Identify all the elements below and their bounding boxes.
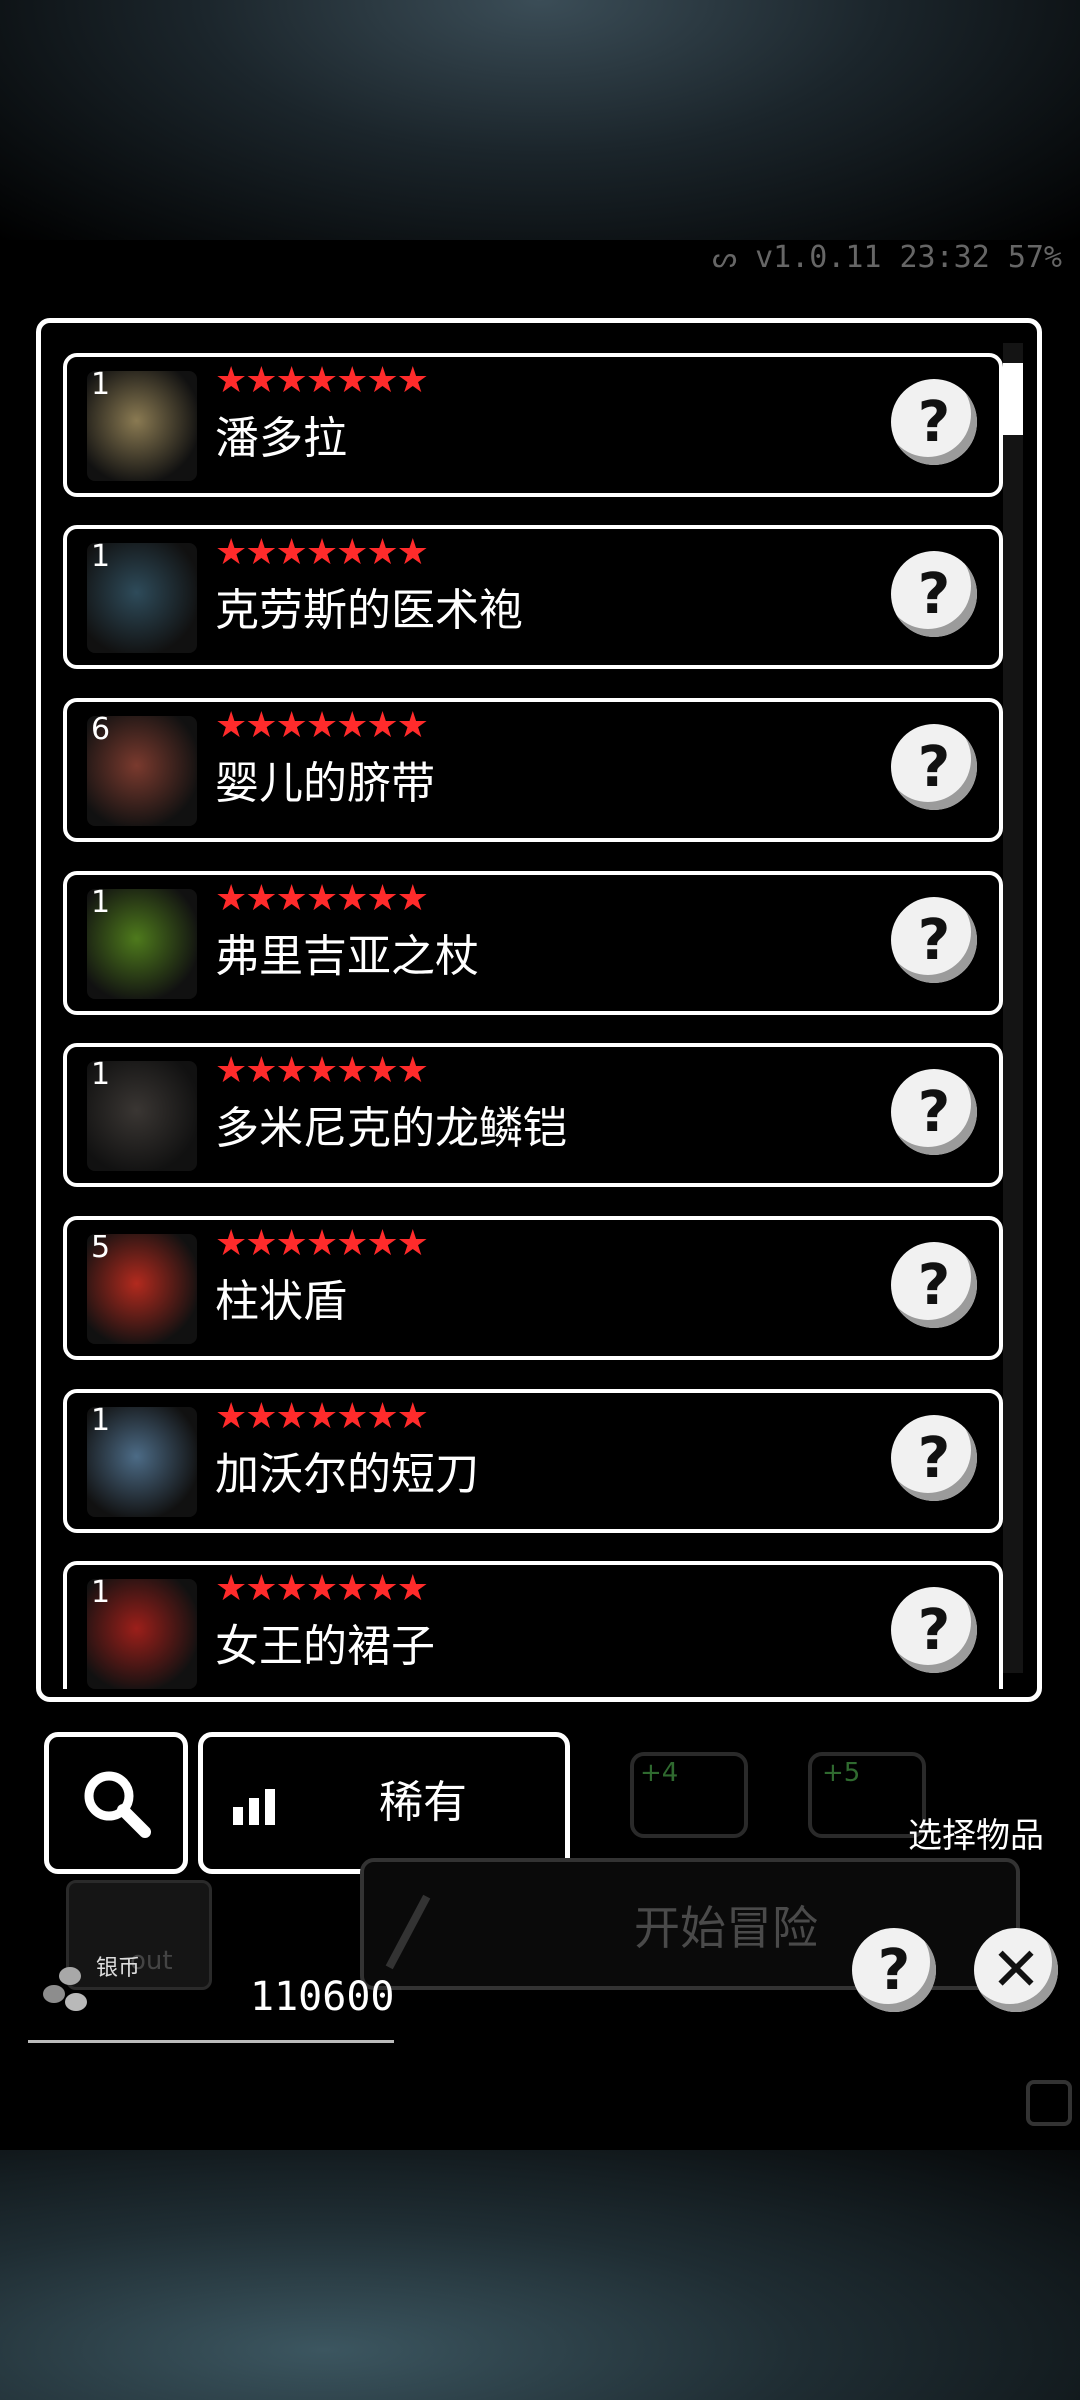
currency-label: 银币 <box>96 1956 141 1981</box>
sword-icon <box>385 1894 431 1970</box>
item-row[interactable]: 5 ★★★★★★★ 柱状盾? <box>63 1216 1003 1360</box>
background-bottom-decoration <box>0 2150 1080 2400</box>
item-rarity-stars: ★★★★★★★ <box>215 1050 429 1091</box>
bonus-label: +4 <box>640 1758 679 1788</box>
item-quantity: 1 <box>91 1057 111 1092</box>
item-quantity: 1 <box>91 1575 111 1610</box>
item-row[interactable]: 1 ★★★★★★★ 潘多拉? <box>63 353 1003 497</box>
item-rarity-stars: ★★★★★★★ <box>215 1568 429 1609</box>
item-name: 女王的裙子 <box>215 1621 435 1672</box>
item-rarity-stars: ★★★★★★★ <box>215 878 429 919</box>
search-icon <box>84 1771 151 1838</box>
logo-icon: ᔕ <box>712 241 738 274</box>
help-icon: ? <box>917 734 951 800</box>
time-label: 23:32 <box>899 240 990 275</box>
item-quantity: 1 <box>91 1403 111 1438</box>
item-quantity: 5 <box>91 1230 111 1265</box>
item-name: 弗里吉亚之杖 <box>215 931 479 982</box>
item-quantity: 1 <box>91 539 111 574</box>
close-icon: ✕ <box>990 1935 1042 2005</box>
battery-label: 57% <box>1007 240 1062 275</box>
help-icon: ? <box>917 561 951 627</box>
status-bar: ᔕ v1.0.11 23:32 57% <box>712 236 1062 280</box>
item-quantity: 6 <box>91 712 111 747</box>
item-help-button[interactable]: ? <box>891 379 977 465</box>
item-row[interactable]: 1 ★★★★★★★ 弗里吉亚之杖? <box>63 871 1003 1015</box>
help-icon: ? <box>917 389 951 455</box>
item-name: 柱状盾 <box>215 1276 347 1327</box>
help-icon: ? <box>917 907 951 973</box>
item-rarity-stars: ★★★★★★★ <box>215 705 429 746</box>
item-help-button[interactable]: ? <box>891 551 977 637</box>
help-icon: ? <box>917 1252 951 1318</box>
divider <box>28 2040 394 2043</box>
help-icon: ? <box>917 1425 951 1491</box>
close-button[interactable]: ✕ <box>974 1928 1058 2012</box>
rarity-bars-icon <box>233 1789 275 1825</box>
item-name: 加沃尔的短刀 <box>215 1449 479 1500</box>
currency-amount: 110600 <box>250 1974 395 2020</box>
item-name: 克劳斯的医术袍 <box>215 585 523 636</box>
item-name: 潘多拉 <box>215 413 347 464</box>
silver-coin-icon <box>43 1967 87 2011</box>
item-name: 多米尼克的龙鳞铠 <box>215 1103 567 1154</box>
item-help-button[interactable]: ? <box>891 1069 977 1155</box>
item-row[interactable]: 1 ★★★★★★★ 加沃尔的短刀? <box>63 1389 1003 1533</box>
help-button[interactable]: ? <box>852 1928 936 2012</box>
item-help-button[interactable]: ? <box>891 897 977 983</box>
item-quantity: 1 <box>91 367 111 402</box>
version-label: v1.0.11 <box>755 240 882 275</box>
start-adventure-label: 开始冒险 <box>634 1901 818 1955</box>
item-help-button[interactable]: ? <box>891 724 977 810</box>
item-row[interactable]: 1 ★★★★★★★ 克劳斯的医术袍? <box>63 525 1003 669</box>
item-list[interactable]: 1 ★★★★★★★ 潘多拉? 1 ★★★★★★★ 克劳斯的医术袍? 6 ★★★★★★★ 婴儿的脐… <box>63 353 1023 1689</box>
item-rarity-stars: ★★★★★★★ <box>215 360 429 401</box>
help-icon: ? <box>917 1079 951 1145</box>
item-help-button[interactable]: ? <box>891 1242 977 1328</box>
select-items-label: 选择物品 <box>908 1816 1044 1856</box>
bonus-label: +5 <box>822 1758 861 1788</box>
item-help-button[interactable]: ? <box>891 1415 977 1501</box>
rarity-filter-button[interactable]: 稀有 <box>198 1732 570 1874</box>
scrollbar[interactable] <box>1003 343 1023 1673</box>
item-quantity: 1 <box>91 885 111 920</box>
help-icon: ? <box>877 1937 911 2003</box>
item-name: 婴儿的脐带 <box>215 758 435 809</box>
rarity-filter-label: 稀有 <box>379 1777 467 1828</box>
item-list-panel: 1 ★★★★★★★ 潘多拉? 1 ★★★★★★★ 克劳斯的医术袍? 6 ★★★★★★★ 婴儿的脐… <box>36 318 1042 1702</box>
help-icon: ? <box>917 1597 951 1663</box>
item-row[interactable]: 1 ★★★★★★★ 女王的裙子? <box>63 1561 1003 1689</box>
item-row[interactable]: 6 ★★★★★★★ 婴儿的脐带? <box>63 698 1003 842</box>
item-help-button[interactable]: ? <box>891 1587 977 1673</box>
item-rarity-stars: ★★★★★★★ <box>215 532 429 573</box>
share-icon[interactable] <box>1026 2080 1072 2126</box>
item-row[interactable]: 1 ★★★★★★★ 多米尼克的龙鳞铠? <box>63 1043 1003 1187</box>
item-rarity-stars: ★★★★★★★ <box>215 1396 429 1437</box>
search-button[interactable] <box>44 1732 188 1874</box>
background-top-decoration <box>0 0 1080 240</box>
scrollbar-thumb[interactable] <box>1003 363 1023 435</box>
item-rarity-stars: ★★★★★★★ <box>215 1223 429 1264</box>
